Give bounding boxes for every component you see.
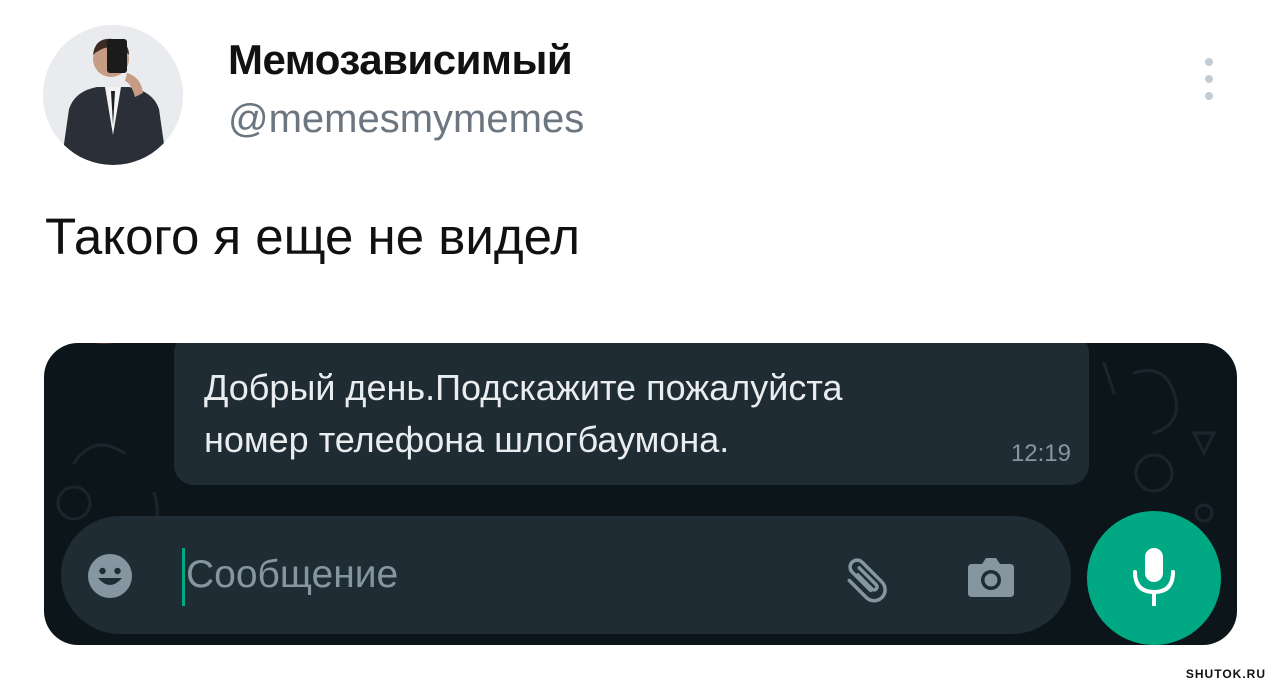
tweet-text: Такого я еще не видел [45,208,581,265]
avatar-photo-icon [43,25,183,165]
message-text-line: номер телефона шлогбаумона. [204,419,730,460]
author-avatar[interactable] [43,25,183,165]
author-display-name[interactable]: Мемозависимый [228,36,573,84]
message-input[interactable] [186,546,786,604]
message-text: Добрый день.Подскажите пожалуйста номер … [204,362,843,466]
message-timestamp: 12:19 [1010,440,1071,467]
microphone-button[interactable] [1087,511,1221,645]
chat-screenshot: Добрый день.Подскажите пожалуйста номер … [44,343,1237,645]
camera-icon[interactable] [967,556,1015,598]
emoji-icon[interactable] [87,553,133,599]
text-cursor [182,548,185,606]
microphone-icon [1133,548,1175,606]
paperclip-icon[interactable] [839,549,895,605]
incoming-message-bubble[interactable]: Добрый день.Подскажите пожалуйста номер … [174,343,1089,485]
watermark: SHUTOK.RU [1185,667,1266,681]
author-handle[interactable]: @memesmymemes [228,97,584,142]
message-composer [61,516,1071,634]
more-options-icon[interactable] [1195,56,1223,104]
message-text-line: Добрый день.Подскажите пожалуйста [204,367,843,408]
